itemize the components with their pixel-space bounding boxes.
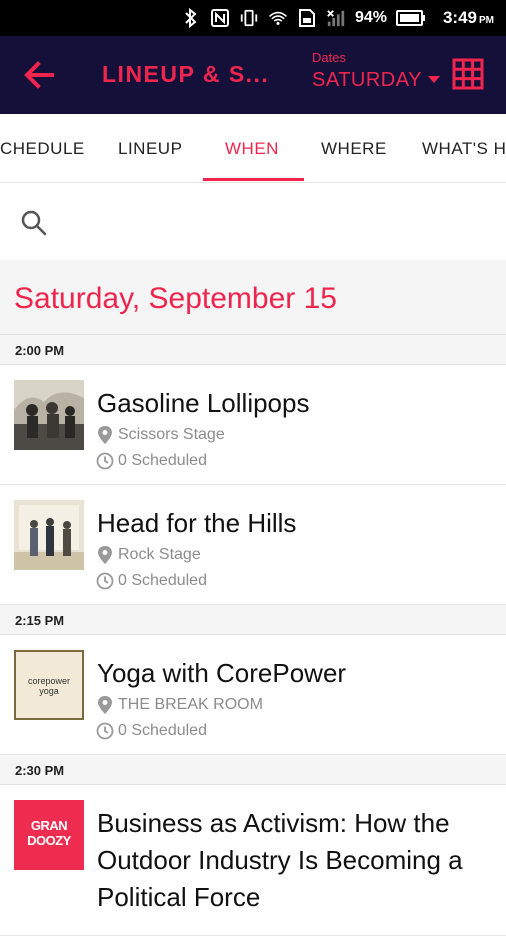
app-bar: LINEUP & S... Dates SATURDAY — [0, 36, 506, 114]
clock-icon — [96, 452, 114, 470]
thumbnail-logo-text: corepower yoga — [27, 676, 71, 696]
day-title: Saturday, September 15 — [14, 282, 337, 315]
tab-lineup[interactable]: LINEUP — [118, 139, 182, 159]
event-title: Yoga with CorePower — [97, 658, 347, 688]
list-item[interactable]: corepower yoga Yoga with CorePower THE B… — [0, 635, 506, 755]
clock-time: 3:49 — [442, 8, 477, 27]
time-label: 2:00 PM — [15, 343, 65, 358]
list-item[interactable]: Gasoline Lollipops Scissors Stage 0 Sche… — [0, 365, 506, 485]
event-stage: Rock Stage — [118, 546, 201, 563]
event-scheduled-count: 0 Scheduled — [118, 572, 207, 589]
dates-dropdown[interactable]: Dates SATURDAY — [312, 50, 440, 92]
day-header: Saturday, September 15 — [0, 260, 506, 335]
event-title: Gasoline Lollipops — [97, 388, 310, 418]
bluetooth-icon — [181, 8, 201, 28]
tab-when[interactable]: WHEN — [225, 139, 279, 159]
tab-where[interactable]: WHERE — [321, 139, 387, 159]
clock-icon — [96, 572, 114, 590]
event-title: Head for the Hills — [97, 508, 297, 538]
event-thumbnail: GRAN DOOZY — [14, 800, 84, 870]
list-item[interactable]: Head for the Hills Rock Stage 0 Schedule… — [0, 485, 506, 605]
clock-icon — [96, 722, 114, 740]
event-scheduled-count: 0 Scheduled — [118, 722, 207, 739]
clock-ampm: PM — [479, 15, 494, 26]
dates-selected-value: SATURDAY — [312, 69, 422, 91]
battery-icon — [395, 8, 426, 28]
event-thumbnail — [14, 500, 84, 570]
dates-label: Dates — [312, 50, 346, 65]
search-input[interactable] — [64, 203, 488, 241]
thumbnail-logo-line-1: GRAN — [30, 818, 68, 833]
schedule-list: Saturday, September 15 2:00 PM Gasoline … — [0, 260, 506, 936]
time-header: 2:15 PM — [0, 605, 506, 635]
status-bar: 94% 3:49 PM — [0, 0, 506, 36]
location-pin-icon — [98, 696, 112, 714]
thumbnail-logo-line-2: DOOZY — [27, 833, 71, 848]
wifi-icon — [268, 8, 288, 28]
time-label: 2:30 PM — [15, 763, 65, 778]
dropdown-caret-icon — [427, 76, 440, 83]
vibrate-icon — [239, 8, 259, 28]
search-bar — [0, 183, 506, 259]
active-tab-indicator — [203, 178, 304, 181]
time-header: 2:30 PM — [0, 755, 506, 785]
back-arrow-icon[interactable] — [22, 57, 58, 93]
battery-percent: 94% — [354, 9, 387, 26]
nfc-icon — [210, 8, 230, 28]
signal-icon — [326, 8, 346, 28]
event-thumbnail — [14, 380, 84, 450]
event-stage: THE BREAK ROOM — [118, 696, 263, 713]
event-thumbnail: corepower yoga — [14, 650, 84, 720]
time-label: 2:15 PM — [15, 613, 65, 628]
tab-schedule[interactable]: CHEDULE — [0, 139, 85, 159]
event-title: Business as Activism: How the Outdoor In… — [97, 808, 463, 912]
tab-bar: CHEDULE LINEUP WHEN WHERE WHAT'S H — [0, 114, 506, 183]
sim-icon — [297, 8, 317, 28]
location-pin-icon — [98, 546, 112, 564]
list-item[interactable]: GRAN DOOZY Business as Activism: How the… — [0, 785, 506, 936]
tab-whats-happening[interactable]: WHAT'S H — [422, 139, 506, 159]
grid-view-icon[interactable] — [452, 58, 484, 90]
page-title: LINEUP & S... — [102, 61, 270, 87]
event-scheduled-count: 0 Scheduled — [118, 452, 207, 469]
time-header: 2:00 PM — [0, 335, 506, 365]
event-stage: Scissors Stage — [118, 426, 225, 443]
location-pin-icon — [98, 426, 112, 444]
search-icon[interactable] — [20, 209, 48, 237]
